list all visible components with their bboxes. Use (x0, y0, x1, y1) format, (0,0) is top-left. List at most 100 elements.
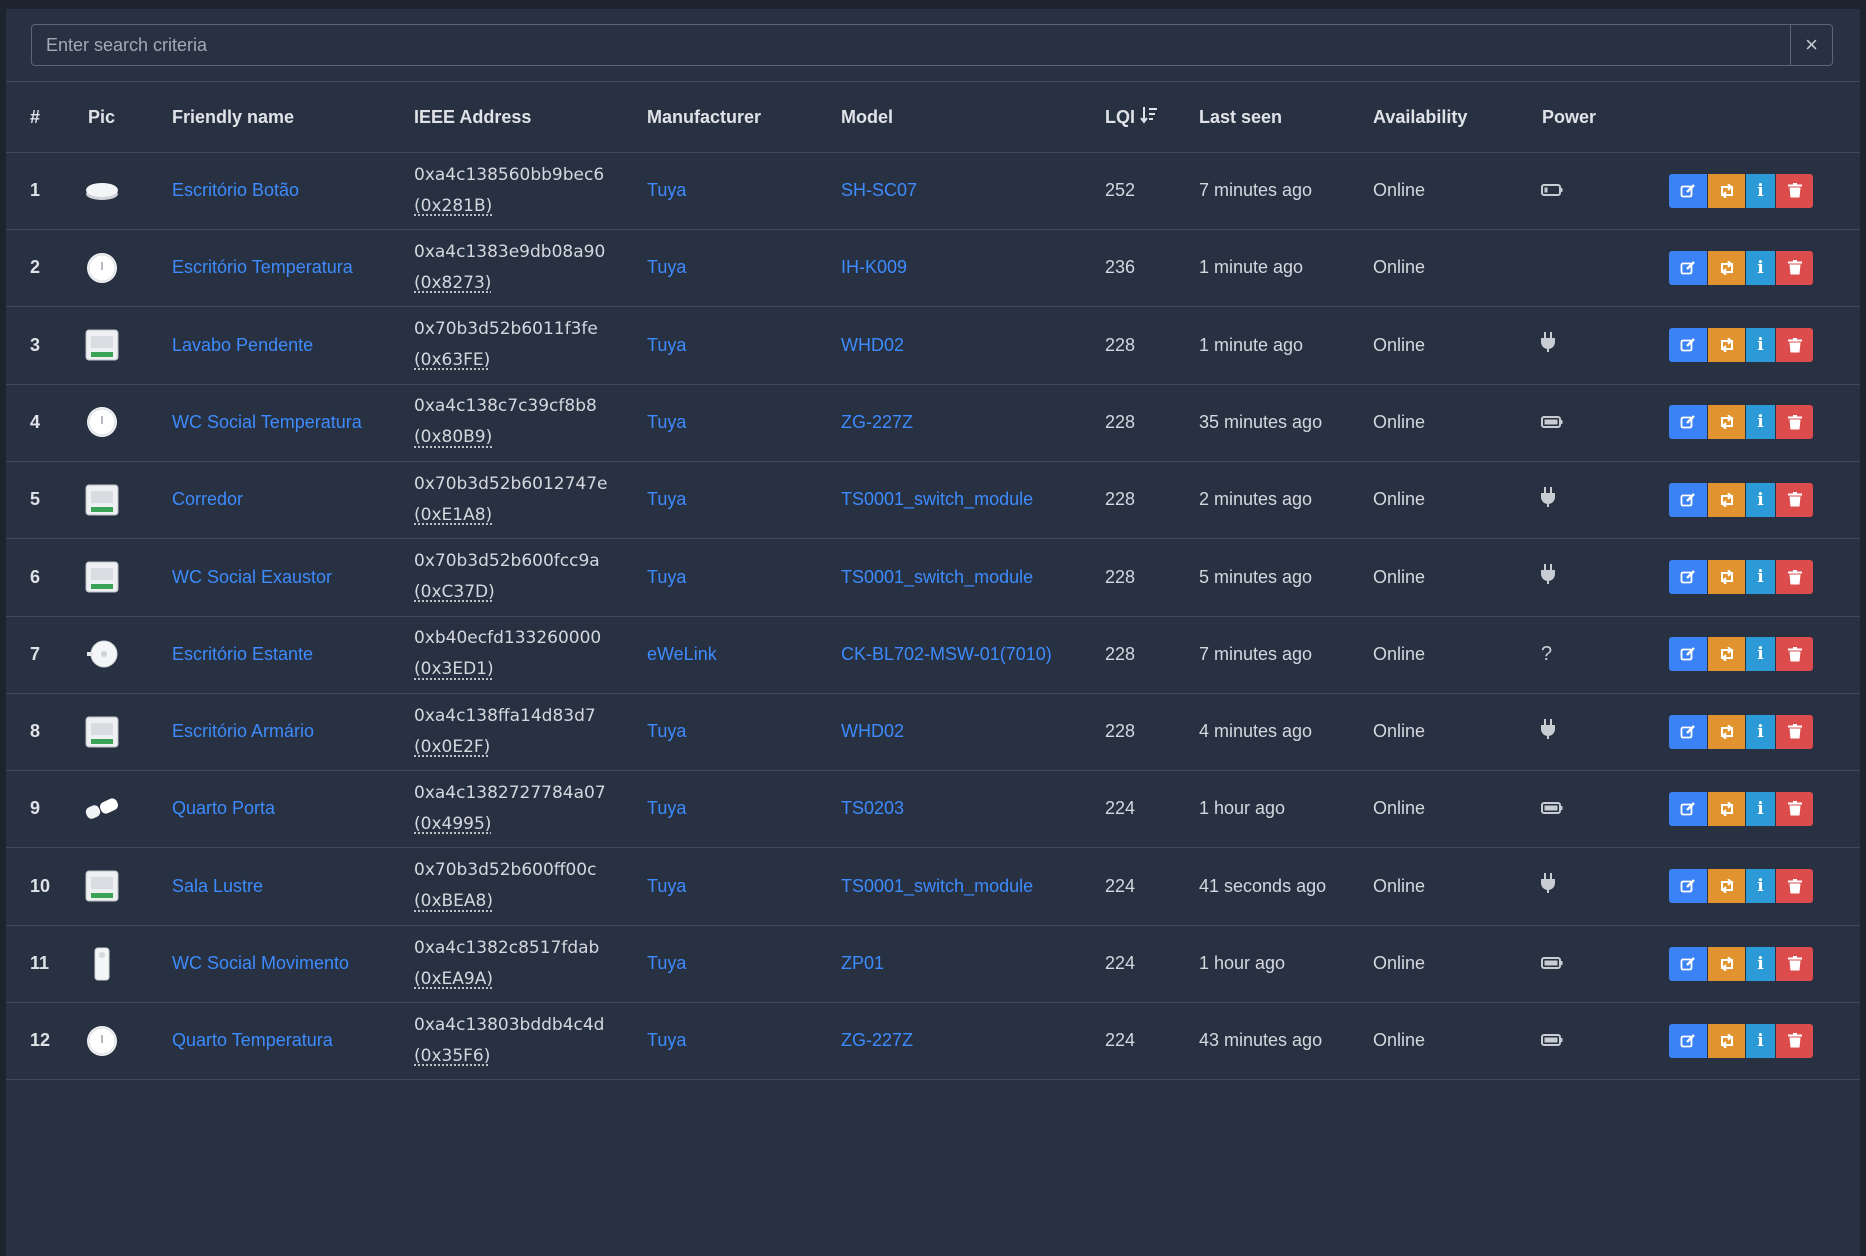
reconfigure-button[interactable] (1707, 714, 1745, 749)
header-friendly-name[interactable]: Friendly name (172, 82, 294, 152)
reconfigure-button[interactable] (1707, 637, 1745, 672)
rename-button[interactable] (1669, 405, 1707, 440)
model-link[interactable]: ZG-227Z (841, 1002, 913, 1079)
rename-button[interactable] (1669, 328, 1707, 363)
model-link[interactable]: TS0001_switch_module (841, 848, 1033, 925)
rename-button[interactable] (1669, 173, 1707, 208)
header-lqi[interactable]: LQI (1105, 82, 1159, 152)
reconfigure-button[interactable] (1707, 560, 1745, 594)
reconfigure-button[interactable] (1707, 173, 1745, 208)
reconfigure-button[interactable] (1707, 328, 1745, 363)
header-pic[interactable]: Pic (88, 82, 115, 152)
info-button[interactable]: i (1745, 482, 1775, 517)
delete-button[interactable] (1775, 637, 1813, 672)
manufacturer-link[interactable]: Tuya (647, 384, 686, 461)
reconfigure-button[interactable] (1707, 869, 1745, 904)
delete-button[interactable] (1775, 173, 1813, 208)
friendly-name-link[interactable]: Sala Lustre (172, 848, 263, 925)
row-number: 2 (30, 257, 41, 278)
delete-button[interactable] (1775, 560, 1813, 594)
reconfigure-button[interactable] (1707, 1023, 1745, 1058)
manufacturer-link[interactable]: Tuya (647, 848, 686, 925)
model-link[interactable]: TS0001_switch_module (841, 539, 1033, 616)
manufacturer-link[interactable]: Tuya (647, 539, 686, 616)
model-link[interactable]: ZG-227Z (841, 384, 913, 461)
friendly-name-link[interactable]: Escritório Armário (172, 693, 314, 770)
manufacturer-link[interactable]: eWeLink (647, 616, 717, 693)
friendly-name-link[interactable]: WC Social Exaustor (172, 539, 332, 616)
info-button[interactable]: i (1745, 560, 1775, 594)
clear-search-button[interactable]: × (1790, 24, 1833, 66)
rename-button[interactable] (1669, 869, 1707, 904)
info-button[interactable]: i (1745, 405, 1775, 440)
reconfigure-button[interactable] (1707, 791, 1745, 826)
lqi-value: 236 (1105, 257, 1136, 278)
info-button[interactable]: i (1745, 1023, 1775, 1058)
model-link[interactable]: ZP01 (841, 925, 884, 1002)
friendly-name-link[interactable]: WC Social Temperatura (172, 384, 362, 461)
rename-button[interactable] (1669, 791, 1707, 826)
delete-button[interactable] (1775, 714, 1813, 749)
header-power[interactable]: Power (1542, 82, 1596, 152)
rename-button[interactable] (1669, 250, 1707, 285)
manufacturer-link[interactable]: Tuya (647, 461, 686, 538)
manufacturer-link[interactable]: Tuya (647, 229, 686, 306)
info-button[interactable]: i (1745, 714, 1775, 749)
model-link[interactable]: TS0203 (841, 770, 904, 847)
manufacturer-link[interactable]: Tuya (647, 770, 686, 847)
info-button[interactable]: i (1745, 173, 1775, 208)
friendly-name-link[interactable]: Quarto Temperatura (172, 1002, 333, 1079)
reconfigure-button[interactable] (1707, 482, 1745, 517)
info-button[interactable]: i (1745, 250, 1775, 285)
model-link[interactable]: TS0001_switch_module (841, 461, 1033, 538)
delete-button[interactable] (1775, 869, 1813, 904)
header-ieee[interactable]: IEEE Address (414, 82, 531, 152)
delete-button[interactable] (1775, 791, 1813, 826)
friendly-name-link[interactable]: Escritório Botão (172, 152, 299, 229)
search-input[interactable] (31, 24, 1790, 66)
manufacturer-link[interactable]: Tuya (647, 693, 686, 770)
model-link[interactable]: CK-BL702-MSW-01(7010) (841, 616, 1052, 693)
delete-button[interactable] (1775, 946, 1813, 981)
friendly-name-link[interactable]: Escritório Temperatura (172, 229, 353, 306)
friendly-name-link[interactable]: WC Social Movimento (172, 925, 349, 1002)
rename-button[interactable] (1669, 714, 1707, 749)
manufacturer-link[interactable]: Tuya (647, 925, 686, 1002)
rename-button[interactable] (1669, 1023, 1707, 1058)
rename-button[interactable] (1669, 560, 1707, 594)
header-num[interactable]: # (30, 82, 40, 152)
header-availability[interactable]: Availability (1373, 82, 1467, 152)
delete-button[interactable] (1775, 328, 1813, 363)
manufacturer-link[interactable]: Tuya (647, 307, 686, 384)
lqi-value: 228 (1105, 489, 1136, 510)
model-link[interactable]: WHD02 (841, 307, 904, 384)
info-button[interactable]: i (1745, 946, 1775, 981)
info-button[interactable]: i (1745, 328, 1775, 363)
info-button[interactable]: i (1745, 791, 1775, 826)
friendly-name-link[interactable]: Corredor (172, 461, 243, 538)
header-last-seen[interactable]: Last seen (1199, 82, 1282, 152)
header-manufacturer[interactable]: Manufacturer (647, 82, 761, 152)
manufacturer-link[interactable]: Tuya (647, 152, 686, 229)
reconfigure-button[interactable] (1707, 405, 1745, 440)
friendly-name-link[interactable]: Escritório Estante (172, 616, 313, 693)
info-button[interactable]: i (1745, 869, 1775, 904)
trash-icon (1787, 956, 1802, 971)
rename-button[interactable] (1669, 946, 1707, 981)
delete-button[interactable] (1775, 1023, 1813, 1058)
delete-button[interactable] (1775, 482, 1813, 517)
friendly-name-link[interactable]: Quarto Porta (172, 770, 275, 847)
manufacturer-link[interactable]: Tuya (647, 1002, 686, 1079)
rename-button[interactable] (1669, 482, 1707, 517)
delete-button[interactable] (1775, 405, 1813, 440)
header-model[interactable]: Model (841, 82, 893, 152)
model-link[interactable]: WHD02 (841, 693, 904, 770)
reconfigure-button[interactable] (1707, 946, 1745, 981)
info-button[interactable]: i (1745, 637, 1775, 672)
rename-button[interactable] (1669, 637, 1707, 672)
delete-button[interactable] (1775, 250, 1813, 285)
friendly-name-link[interactable]: Lavabo Pendente (172, 307, 313, 384)
model-link[interactable]: IH-K009 (841, 229, 907, 306)
model-link[interactable]: SH-SC07 (841, 152, 917, 229)
reconfigure-button[interactable] (1707, 250, 1745, 285)
